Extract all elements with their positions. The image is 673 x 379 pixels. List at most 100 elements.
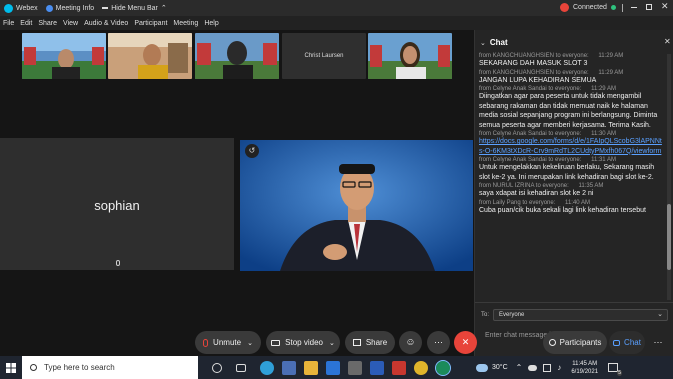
message-sender: from Laily Pang to everyone:	[479, 199, 556, 206]
chevron-down-icon[interactable]: ⌄	[329, 339, 335, 347]
more-options-button[interactable]: ⋯	[427, 331, 450, 354]
message-text: Untuk mengelakkan kekeliruan berlaku, Se…	[479, 164, 655, 181]
minimize-icon[interactable]	[631, 7, 637, 8]
participant-name: sophian	[94, 198, 140, 213]
windows-taskbar: Type here to search 30°C ⌃ ♪ 11:45 AM 6/…	[0, 356, 673, 379]
chat-button[interactable]: Chat	[609, 331, 645, 354]
mic-muted-icon	[116, 260, 120, 266]
notification-center-icon[interactable]: 5	[608, 363, 623, 376]
chevron-down-icon[interactable]: ⌄	[480, 39, 486, 47]
menu-share[interactable]: Share	[38, 20, 57, 27]
message-time: 11:29 AM	[598, 69, 624, 76]
participant-video-2	[108, 33, 192, 79]
active-speaker-video[interactable]: ↺	[240, 140, 473, 271]
chat-message: from KANGCHUANGHSIEN to everyone: 11:29 …	[479, 53, 665, 69]
chat-message: from Laily Pang to everyone: 11:40 AM Cu…	[479, 200, 665, 216]
webex-taskbar-icon[interactable]	[435, 359, 451, 376]
close-icon[interactable]: ✕	[661, 1, 669, 12]
file-explorer-icon[interactable]	[304, 360, 318, 375]
edge-icon[interactable]	[260, 360, 274, 375]
participant-thumbnail-3[interactable]	[195, 33, 279, 79]
hide-menu-label: Hide Menu Bar	[111, 4, 158, 12]
message-link[interactable]: https://docs.google.com/forms/d/e/1FAIpQ…	[479, 137, 665, 156]
maximize-icon[interactable]	[646, 4, 652, 10]
scrollbar-thumb[interactable]	[667, 204, 671, 270]
chat-label: Chat	[624, 338, 641, 347]
store-icon[interactable]	[282, 360, 296, 375]
close-chat-icon[interactable]: ✕	[664, 37, 671, 46]
temperature[interactable]: 30°C	[492, 364, 508, 371]
calculator-icon[interactable]	[348, 360, 362, 375]
menu-bar: File Edit Share View Audio & Video Parti…	[0, 16, 673, 30]
unmute-button[interactable]: Unmute ⌄	[195, 331, 261, 354]
participant-tile-sophian[interactable]: sophian	[0, 138, 234, 270]
chevron-up-icon[interactable]: ⌃	[516, 363, 523, 372]
recipient-value: Everyone	[499, 312, 525, 318]
clock-date: 6/19/2021	[571, 368, 599, 375]
connected-label: Connected	[573, 4, 607, 11]
mail-icon[interactable]	[326, 360, 340, 375]
chat-panel: ⌄ Chat ✕ from KANGCHUANGHSIEN to everyon…	[474, 30, 673, 356]
search-placeholder: Type here to search	[44, 363, 115, 372]
message-sender: from KANGCHUANGHSIEN to everyone:	[479, 69, 589, 76]
search-icon	[30, 364, 37, 371]
taskbar-search[interactable]: Type here to search	[22, 356, 198, 379]
clock-time: 11:45 AM	[572, 360, 598, 367]
participants-button[interactable]: Participants	[543, 331, 607, 354]
volume-icon[interactable]: ♪	[557, 363, 561, 372]
divider	[475, 302, 673, 303]
app-red-icon[interactable]	[392, 360, 406, 375]
more-panels-button[interactable]: ⋯	[648, 331, 668, 354]
chat-message: from Celyne Anak Sandai to everyone: 11:…	[479, 86, 665, 130]
chat-message: from NURUL IZRINA to everyone: 11:35 AM …	[479, 183, 665, 199]
reactions-button[interactable]: ☺	[399, 331, 422, 354]
webex-app[interactable]: Webex	[4, 3, 38, 13]
share-button[interactable]: Share	[345, 331, 395, 354]
network-icon[interactable]	[543, 363, 552, 372]
mic-off-icon	[203, 338, 209, 347]
clock[interactable]: 11:45 AM 6/19/2021	[571, 360, 598, 376]
menu-audio-video[interactable]: Audio & Video	[84, 20, 128, 27]
word-icon[interactable]	[370, 360, 384, 375]
cortana-icon[interactable]	[212, 362, 222, 373]
app-name: Webex	[16, 4, 38, 12]
participant-thumbnail-5[interactable]	[368, 33, 452, 79]
stop-video-button[interactable]: Stop video ⌄	[266, 331, 340, 354]
menu-edit[interactable]: Edit	[20, 20, 32, 27]
menu-help[interactable]: Help	[204, 20, 218, 27]
message-text: SEKARANG DAH MASUK SLOT 3	[479, 60, 588, 67]
cloud-icon[interactable]	[528, 364, 538, 371]
stop-video-label: Stop video	[285, 338, 323, 347]
weather-icon[interactable]	[476, 363, 488, 372]
participant-thumbnail-2[interactable]	[108, 33, 192, 79]
connection-status[interactable]: Connected	[560, 3, 616, 12]
menu-meeting[interactable]: Meeting	[173, 20, 198, 27]
chat-scrollbar[interactable]	[667, 54, 671, 300]
menu-participant[interactable]: Participant	[134, 20, 167, 27]
chat-message: from Celyne Anak Sandai to everyone: 11:…	[479, 131, 665, 156]
pin-icon[interactable]: ↺	[245, 144, 259, 158]
recipient-select[interactable]: Everyone ⌄	[493, 309, 668, 321]
chat-message: from KANGCHUANGHSIEN to everyone: 11:29 …	[479, 70, 665, 86]
end-meeting-button[interactable]: ✕	[454, 331, 477, 354]
menu-view[interactable]: View	[63, 20, 78, 27]
hide-menu-bar-button[interactable]: Hide Menu Bar ⌃	[102, 4, 167, 12]
share-icon	[352, 339, 361, 346]
chat-message: from Celyne Anak Sandai to everyone: 11:…	[479, 157, 665, 182]
chrome-icon[interactable]	[414, 360, 428, 375]
chat-messages[interactable]: from KANGCHUANGHSIEN to everyone: 11:29 …	[479, 52, 665, 303]
task-view-icon[interactable]	[236, 363, 246, 372]
more-icon: ⋯	[434, 337, 443, 347]
video-icon	[271, 339, 281, 346]
participant-thumbnail-4[interactable]: Christ Laursen	[282, 33, 366, 79]
chevron-up-icon: ⌃	[160, 5, 167, 12]
meeting-info-label: Meeting Info	[55, 4, 95, 12]
windows-start-icon[interactable]	[0, 356, 22, 379]
participant-video-3	[195, 33, 279, 79]
participant-thumbnail-1[interactable]	[22, 33, 106, 79]
chevron-down-icon[interactable]: ⌄	[247, 339, 253, 347]
meeting-info-button[interactable]: Meeting Info	[45, 4, 95, 12]
message-text: Cuba puan/cik buka sekali lagi link keha…	[479, 206, 646, 214]
chevron-down-icon: ⌄	[657, 311, 663, 318]
menu-file[interactable]: File	[3, 20, 14, 27]
